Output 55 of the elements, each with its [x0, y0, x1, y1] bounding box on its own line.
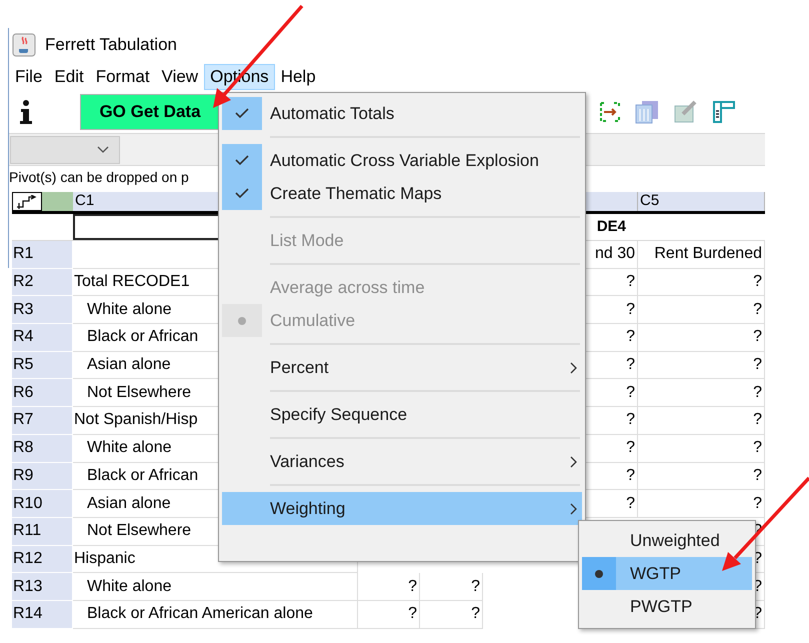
table-cell: ? [358, 600, 420, 629]
row-header: R6 [12, 379, 73, 408]
radio-dot-icon [595, 570, 603, 578]
menu-item: List Mode [269, 230, 345, 252]
java-cup-icon [12, 33, 36, 57]
table-cell: ? [638, 490, 765, 518]
layout-icon[interactable] [712, 100, 736, 124]
menu-item[interactable]: Weighting [222, 492, 582, 525]
export-icon[interactable] [599, 100, 621, 122]
header-cell [42, 192, 73, 211]
row-header: R8 [12, 434, 73, 462]
chevron-down-icon [97, 146, 109, 153]
table-cell: ? [638, 379, 765, 408]
table-cell: Black or African American alone [73, 600, 358, 629]
table-cell: ? [358, 573, 420, 601]
row-header: R9 [12, 462, 73, 490]
window-title: Ferrett Tabulation [45, 34, 177, 56]
menu-item[interactable]: Edit [48, 64, 90, 90]
menu-item[interactable]: File [9, 64, 48, 90]
menu-item[interactable]: Format [90, 64, 156, 90]
row-header: R10 [12, 490, 73, 518]
row-header: R12 [12, 546, 73, 574]
table-cell: ? [638, 462, 765, 490]
row-header: R2 [12, 268, 73, 296]
row-header: R4 [12, 324, 73, 352]
pivot-hint-text: Pivot(s) can be dropped on p [9, 168, 189, 187]
menu-item[interactable]: Automatic Totals [222, 97, 582, 130]
table-cell: ? [638, 434, 765, 462]
table-cell: ? [638, 407, 765, 435]
table-cell: ? [638, 268, 765, 296]
column-header: C5 [638, 192, 765, 211]
table-cell: ? [420, 600, 483, 629]
row-header: R11 [12, 518, 73, 546]
chevron-right-icon [570, 456, 577, 468]
row-header: R5 [12, 352, 73, 380]
chevron-right-icon [570, 362, 577, 374]
table-cell: Rent Burdened [638, 241, 765, 269]
row-header: R7 [12, 407, 73, 435]
menu-item[interactable]: View [156, 64, 204, 90]
submenu-item[interactable]: WGTP [582, 557, 752, 590]
go-get-data-button[interactable]: GO Get Data [80, 94, 220, 130]
table-cell: White alone [73, 573, 358, 601]
info-icon[interactable] [19, 98, 33, 124]
row-header: R13 [12, 573, 73, 601]
row-header: R14 [12, 600, 73, 629]
row-header: R3 [12, 296, 73, 324]
pivot-icon[interactable] [12, 192, 42, 211]
chevron-right-icon [570, 502, 577, 514]
menu-item[interactable]: Automatic Cross Variable Explosion [222, 144, 582, 177]
menu-item[interactable]: Help [274, 64, 322, 90]
table-cell: ? [420, 573, 483, 601]
row-header: R1 [12, 241, 73, 269]
table-cell: ? [638, 352, 765, 380]
table-cell: ? [638, 296, 765, 324]
table-cell: ? [638, 324, 765, 352]
